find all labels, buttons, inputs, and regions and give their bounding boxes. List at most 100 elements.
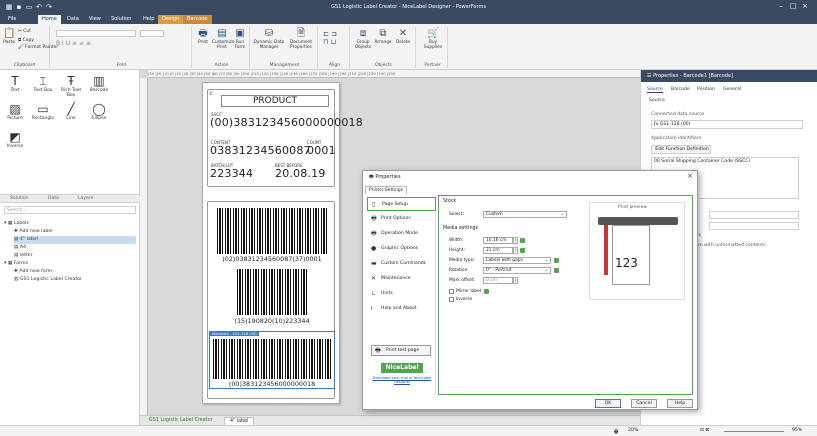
- nav-operation-mode[interactable]: 🖶 Operation Mode: [367, 227, 436, 241]
- nav-maintenance[interactable]: ✕ Maintenance: [367, 272, 436, 286]
- zoom-left-value[interactable]: 20%: [628, 428, 638, 433]
- barcode-content-count[interactable]: [217, 208, 327, 254]
- nav-page-setup[interactable]: ▯ Page Setup: [367, 197, 436, 211]
- inverse-checkbox[interactable]: [449, 297, 454, 302]
- barcode-sscc[interactable]: [213, 339, 331, 379]
- mark-offset-stepper[interactable]: ⇕: [513, 277, 518, 284]
- doc-tab-label[interactable]: 4" label: [224, 417, 255, 425]
- prop-field-2[interactable]: [709, 222, 799, 230]
- tab-solution[interactable]: Solution: [107, 15, 135, 24]
- width-lock-toggle[interactable]: [520, 238, 525, 243]
- prop-tab-barcode[interactable]: Barcode: [671, 87, 690, 92]
- media-type-select[interactable]: Labels with gaps ⌄: [483, 257, 551, 264]
- tree-label-a4[interactable]: ▤ A4: [14, 244, 26, 252]
- tab-file[interactable]: File: [4, 15, 20, 24]
- tab-design[interactable]: Design: [158, 15, 184, 24]
- rotation-select[interactable]: 0° - Portrait ⌄: [483, 267, 551, 274]
- doc-tab-form[interactable]: GS1 Logistic Label Creator: [144, 417, 217, 425]
- font-name-dropdown[interactable]: [56, 30, 136, 37]
- copy-button[interactable]: ⧉ Copy: [18, 37, 34, 43]
- help-button[interactable]: Help: [667, 399, 693, 408]
- prop-tab-source[interactable]: Source: [647, 87, 663, 93]
- tab-layers[interactable]: Layers: [78, 196, 93, 201]
- tool-text-box[interactable]: ⌶ Text Box: [30, 75, 56, 94]
- label-batch-value[interactable]: 223344: [210, 167, 253, 180]
- connected-source-dropdown[interactable]: ƒx GS1-128 (00): [651, 120, 803, 129]
- tab-data-panel[interactable]: Data: [48, 196, 59, 201]
- solution-search-input[interactable]: Search...: [4, 206, 136, 214]
- nav-graphic-options[interactable]: ● Graphic Options: [367, 242, 436, 256]
- prop-field-1[interactable]: [709, 211, 799, 219]
- tree-labels[interactable]: ▾ ▦ Labels: [4, 220, 29, 228]
- align-buttons[interactable]: ⊏ ⊐ ⊓ ⊔: [323, 30, 337, 46]
- label-count-value[interactable]: 0001: [307, 144, 336, 157]
- height-stepper[interactable]: ⇕: [513, 247, 518, 254]
- tool-barcode[interactable]: ▥ Barcode: [86, 75, 112, 94]
- minimize-icon[interactable]: –: [775, 2, 787, 10]
- ok-button[interactable]: OK: [595, 399, 621, 408]
- tab-home[interactable]: Home: [38, 15, 61, 24]
- tree-add-new-form[interactable]: ✚ Add new form: [14, 268, 52, 276]
- label-product-title[interactable]: PRODUCT: [221, 95, 329, 107]
- print-button[interactable]: 🖶 Print: [195, 28, 211, 45]
- zoom-slider[interactable]: [724, 431, 784, 432]
- prop-tab-position[interactable]: Position: [697, 87, 715, 92]
- ai-item-sscc[interactable]: 00 Serial Shipping Container Code (SSCC): [654, 159, 750, 164]
- nav-units[interactable]: ∟ Units: [367, 287, 436, 301]
- mirror-label-checkbox[interactable]: [449, 289, 454, 294]
- label-sscc-value[interactable]: (00)383123456000000018: [210, 116, 363, 129]
- tool-text[interactable]: T Text: [2, 75, 28, 94]
- group-objects-button[interactable]: ⧈ Group Objects: [353, 28, 373, 50]
- buy-supplies-button[interactable]: 🛒 Buy Supplies: [420, 28, 446, 50]
- tool-line[interactable]: ╱ Line: [58, 103, 84, 122]
- nav-print-options[interactable]: 🖶 Print Options: [367, 212, 436, 226]
- mirror-lock-toggle[interactable]: [484, 289, 489, 294]
- tree-label-letter[interactable]: ▤ letter: [14, 252, 33, 260]
- tool-rectangle[interactable]: ▭ Rectangle: [30, 103, 56, 122]
- tab-view[interactable]: View: [85, 15, 105, 24]
- cancel-button[interactable]: Cancel: [631, 399, 657, 408]
- delete-button[interactable]: ✕ Delete: [393, 28, 413, 45]
- run-form-button[interactable]: ▣ Run Form: [232, 28, 248, 50]
- nav-custom-commands[interactable]: ▬ Custom Commands: [367, 257, 436, 271]
- tree-label-4inch[interactable]: ▤ 4" label: [14, 236, 136, 244]
- width-input[interactable]: 10.16 cm: [483, 237, 513, 244]
- maximize-icon[interactable]: □: [787, 2, 799, 10]
- width-stepper[interactable]: ⇕: [513, 237, 518, 244]
- nav-help-about[interactable]: i Help and About: [367, 302, 436, 316]
- tree-forms[interactable]: ▾ ▦ Forms: [4, 260, 28, 268]
- dialog-tab-printer-settings[interactable]: Printer Settings: [365, 186, 408, 194]
- barcode-best-before-batch[interactable]: [237, 269, 307, 315]
- font-style-buttons[interactable]: B I U ≡ ≡ ≡: [56, 40, 91, 47]
- stock-select[interactable]: Custom ⌄: [483, 211, 567, 218]
- tool-rich-text-box[interactable]: Ŧ Rich Text Box: [58, 75, 84, 99]
- dynamic-data-manager-button[interactable]: ⛁ Dynamic Data Manager: [253, 28, 285, 50]
- tab-help[interactable]: Help: [139, 15, 158, 24]
- media-type-lock-toggle[interactable]: [554, 258, 559, 263]
- print-test-page-button[interactable]: 🖶 Print test page: [371, 345, 431, 356]
- prop-tab-general[interactable]: General: [723, 87, 741, 92]
- download-trial-link[interactable]: Download your trial of NiceLabel Designe…: [371, 376, 433, 384]
- tool-ellipse[interactable]: ◯ Ellipse: [86, 103, 112, 122]
- close-icon[interactable]: ×: [799, 2, 811, 10]
- tool-picture[interactable]: ▨ Picture: [2, 103, 28, 122]
- rotation-lock-toggle[interactable]: [554, 268, 559, 273]
- cut-button[interactable]: ✂ Cut: [18, 29, 31, 34]
- label-content-value[interactable]: 03831234560087: [210, 144, 311, 157]
- mark-offset-input[interactable]: 0 cm: [483, 277, 513, 284]
- customize-print-button[interactable]: ▤ Customize Print: [212, 28, 235, 50]
- document-properties-button[interactable]: 🗎 Document Properties: [285, 28, 317, 50]
- tool-inverse[interactable]: ◩ Inverse: [2, 131, 28, 150]
- tab-data[interactable]: Data: [63, 15, 83, 24]
- paste-button[interactable]: 📋 Paste: [2, 28, 16, 45]
- arrange-button[interactable]: ⧉ Arrange: [373, 28, 393, 45]
- tab-solution-explorer[interactable]: Solution: [10, 196, 29, 201]
- edit-function-definition-button[interactable]: Edit Function Definition: [651, 145, 711, 154]
- font-size-dropdown[interactable]: [140, 30, 164, 37]
- label-page[interactable]: © PRODUCT SSCC (00)383123456000000018 CO…: [202, 82, 363, 404]
- tree-form-gs1[interactable]: ▥ GS1 Logistic Label Creator: [14, 276, 82, 284]
- height-lock-toggle[interactable]: [520, 248, 525, 253]
- zoom-fit-icon[interactable]: ⊡ ⊠: [700, 428, 709, 433]
- tree-add-new-label[interactable]: ✚ Add new label: [14, 228, 53, 236]
- dialog-close-icon[interactable]: ×: [687, 172, 693, 180]
